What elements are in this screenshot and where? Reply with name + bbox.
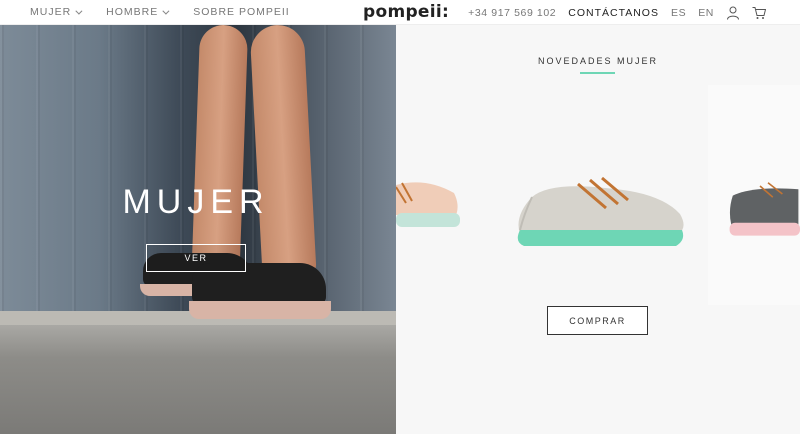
nav-item-sobre-pompeii[interactable]: SOBRE POMPEII <box>193 6 289 18</box>
panel-title-underline <box>580 72 615 74</box>
contact-link[interactable]: CONTÁCTANOS <box>568 7 659 19</box>
brand-logo[interactable]: pompeii: <box>363 2 449 22</box>
product-card-prev[interactable] <box>396 85 506 305</box>
language-es[interactable]: ES <box>671 7 686 19</box>
chevron-down-icon <box>162 7 170 15</box>
ver-button[interactable]: VER <box>146 244 246 272</box>
hero-background-sidewalk <box>0 325 396 434</box>
cart-icon[interactable] <box>752 6 766 20</box>
nav-item-hombre[interactable]: HOMBRE <box>106 6 170 18</box>
comprar-button[interactable]: COMPRAR <box>547 306 648 335</box>
hero-sole-right <box>189 301 331 319</box>
nav-item-label: HOMBRE <box>106 6 159 18</box>
nav-item-label: MUJER <box>30 6 72 18</box>
leg-left <box>191 25 249 266</box>
new-arrivals-panel: NOVEDADES MUJER COMPRAR <box>396 25 800 434</box>
panel-title: NOVEDADES MUJER <box>537 56 658 66</box>
user-icon[interactable] <box>726 6 740 20</box>
nav-item-mujer[interactable]: MUJER <box>30 6 83 18</box>
top-navigation: MUJER HOMBRE SOBRE POMPEII pompeii: +34 … <box>0 0 800 25</box>
chevron-down-icon <box>75 7 83 15</box>
sneaker-image-pink <box>396 182 460 227</box>
product-card-current[interactable] <box>506 85 696 305</box>
hero-title: MUJER <box>122 183 270 221</box>
phone-number[interactable]: +34 917 569 102 <box>468 7 556 19</box>
nav-right: +34 917 569 102 CONTÁCTANOS ES EN <box>468 0 766 25</box>
language-en[interactable]: EN <box>698 7 714 19</box>
product-card-next[interactable] <box>708 85 800 305</box>
sneaker-image-dark-grey <box>729 182 800 236</box>
nav-item-label: SOBRE POMPEII <box>193 6 290 18</box>
sneaker-image-grey-mint <box>517 176 684 246</box>
hero-mujer: MUJER VER <box>0 25 396 434</box>
nav-left: MUJER HOMBRE SOBRE POMPEII <box>0 6 316 18</box>
